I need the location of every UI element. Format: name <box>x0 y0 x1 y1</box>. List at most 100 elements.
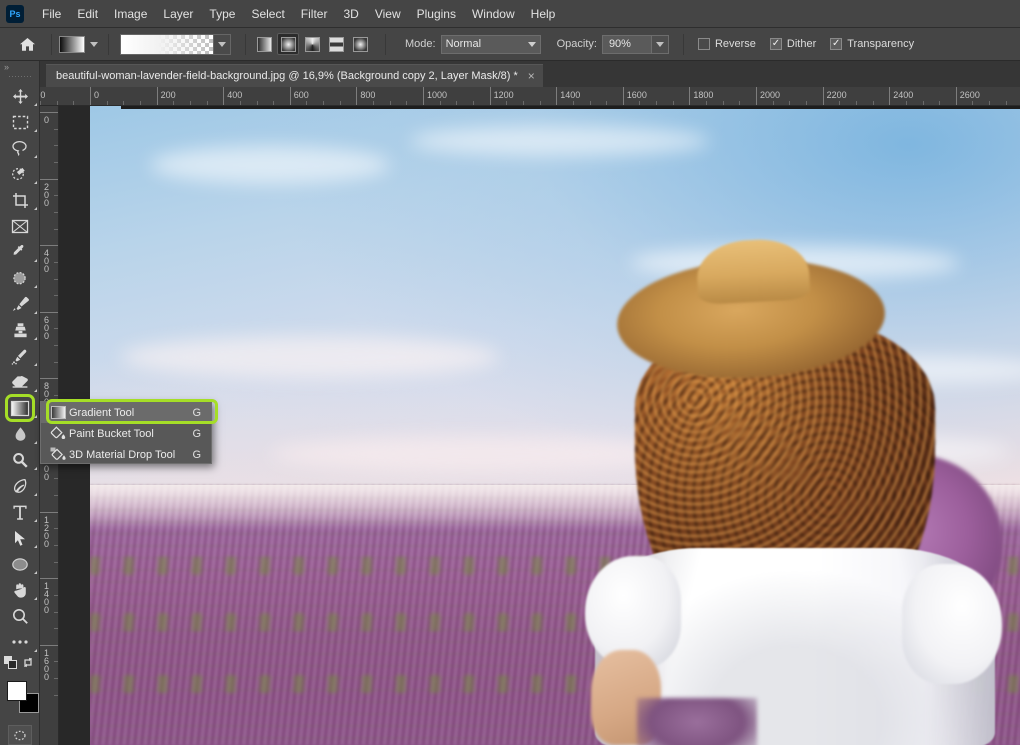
close-icon[interactable]: × <box>528 70 535 82</box>
gradient-type-angle[interactable] <box>301 33 323 55</box>
opacity-input[interactable]: 90% <box>601 34 669 54</box>
chevron-down-icon[interactable] <box>213 34 230 54</box>
ruler-minor-tick <box>706 101 708 105</box>
foreground-color-swatch[interactable] <box>7 681 27 701</box>
brush-tool-button[interactable] <box>0 291 40 317</box>
gradient-tool-flyout-menu[interactable]: Gradient Tool G Paint Bucket Tool G 3D M… <box>40 401 212 464</box>
ruler-tick: 2200 <box>822 87 847 105</box>
move-tool-button[interactable] <box>0 83 40 109</box>
menu-image[interactable]: Image <box>106 3 155 25</box>
toolbar-drag-handle[interactable] <box>0 73 39 83</box>
object-selection-tool-button[interactable] <box>0 161 40 187</box>
ruler-minor-tick <box>772 101 774 105</box>
ruler-tick-label: 2000 <box>760 90 781 100</box>
gradient-type-reflected[interactable] <box>325 33 347 55</box>
opacity-stepper[interactable] <box>650 35 668 53</box>
flyout-item-paint-bucket-tool[interactable]: Paint Bucket Tool G <box>41 423 211 444</box>
gradient-type-radial[interactable] <box>277 33 299 55</box>
ruler-minor-tick <box>54 295 58 297</box>
path-selection-tool-button[interactable] <box>0 525 40 551</box>
ruler-minor-tick <box>439 101 441 105</box>
ruler-tick: 800 <box>356 87 375 105</box>
ruler-tick: 1600 <box>622 87 647 105</box>
flyout-item-gradient-tool[interactable]: Gradient Tool G <box>41 402 211 423</box>
photoshop-logo-icon[interactable]: Ps <box>6 4 24 23</box>
spot-healing-brush-tool-button[interactable] <box>0 265 40 291</box>
ruler-minor-tick <box>522 101 524 105</box>
ruler-tick: 0 <box>40 112 58 125</box>
ruler-minor-tick <box>872 101 874 105</box>
ruler-minor-tick <box>54 628 58 630</box>
blend-mode-select[interactable]: Normal <box>440 34 541 54</box>
menu-bar: Ps File Edit Image Layer Type Select Fil… <box>0 0 1020 28</box>
ruler-minor-tick <box>54 661 58 663</box>
chevron-down-icon[interactable] <box>90 41 98 47</box>
menu-type[interactable]: Type <box>201 3 243 25</box>
menu-file[interactable]: File <box>34 3 69 25</box>
ruler-minor-tick <box>54 278 58 280</box>
ruler-tick-label: 1400 <box>560 90 581 100</box>
eraser-tool-button[interactable] <box>0 369 40 395</box>
menu-help[interactable]: Help <box>523 3 564 25</box>
ruler-minor-tick <box>905 101 907 105</box>
ruler-tick-label: 200 <box>44 181 50 208</box>
gradient-type-linear[interactable] <box>253 33 275 55</box>
lasso-tool-button[interactable] <box>0 135 40 161</box>
ruler-tick-label: 600 <box>44 314 50 341</box>
menu-view[interactable]: View <box>367 3 409 25</box>
quick-mask-button[interactable] <box>7 725 32 745</box>
default-colors-icon[interactable] <box>4 656 17 672</box>
gradient-preset-swatch[interactable] <box>59 35 101 53</box>
ruler-tick-label: 1600 <box>44 647 50 682</box>
blur-tool-button[interactable] <box>0 421 40 447</box>
rectangular-marquee-tool-button[interactable] <box>0 109 40 135</box>
frame-tool-button[interactable] <box>0 213 40 239</box>
menu-filter[interactable]: Filter <box>293 3 336 25</box>
zoom-tool-button[interactable] <box>0 603 40 629</box>
pen-tool-button[interactable] <box>0 473 40 499</box>
eyedropper-tool-button[interactable] <box>0 239 40 265</box>
ruler-minor-tick <box>639 101 641 105</box>
clone-stamp-tool-button[interactable] <box>0 317 40 343</box>
ruler-minor-tick <box>56 101 58 105</box>
gradient-type-group <box>253 33 373 55</box>
crop-tool-button[interactable] <box>0 187 40 213</box>
tools-panel: » <box>0 61 40 745</box>
ruler-tick: 1600 <box>40 644 58 681</box>
ruler-minor-tick <box>539 101 541 105</box>
transparency-checkbox[interactable]: ✓ Transparency <box>830 38 914 50</box>
toolbar-collapse-button[interactable]: » <box>0 61 39 73</box>
horizontal-type-tool-button[interactable] <box>0 499 40 525</box>
ruler-minor-tick <box>54 395 58 397</box>
edit-toolbar-button[interactable] <box>0 629 40 655</box>
menu-3d[interactable]: 3D <box>335 3 366 25</box>
ruler-minor-tick <box>206 101 208 105</box>
ruler-minor-tick <box>656 101 658 105</box>
3d-material-drop-icon <box>47 447 69 462</box>
ruler-minor-tick <box>54 161 58 163</box>
hand-tool-button[interactable] <box>0 577 40 603</box>
reverse-checkbox[interactable]: Reverse <box>697 38 756 50</box>
ruler-minor-tick <box>939 101 941 105</box>
dither-checkbox[interactable]: ✓ Dither <box>769 38 816 50</box>
document-tab[interactable]: beautiful-woman-lavender-field-backgroun… <box>46 64 543 87</box>
ruler-minor-tick <box>323 101 325 105</box>
menu-plugins[interactable]: Plugins <box>409 3 464 25</box>
menu-select[interactable]: Select <box>243 3 292 25</box>
flyout-item-3d-material-drop-tool[interactable]: 3D Material Drop Tool G <box>41 444 211 465</box>
flyout-item-label: Gradient Tool <box>69 406 135 419</box>
document-image[interactable] <box>90 106 1020 745</box>
menu-layer[interactable]: Layer <box>155 3 201 25</box>
swap-colors-icon[interactable] <box>23 656 36 672</box>
gradient-tool-button[interactable] <box>0 394 40 422</box>
gradient-type-diamond[interactable] <box>349 33 371 55</box>
dodge-tool-button[interactable] <box>0 447 40 473</box>
menu-edit[interactable]: Edit <box>69 3 106 25</box>
ruler-tick: 400 <box>40 245 58 274</box>
home-icon[interactable] <box>10 31 44 58</box>
ruler-tick: 2000 <box>756 87 780 105</box>
menu-window[interactable]: Window <box>464 3 523 25</box>
ellipse-tool-button[interactable] <box>0 551 40 577</box>
history-brush-tool-button[interactable] <box>0 343 40 369</box>
gradient-editor-strip[interactable] <box>120 33 231 55</box>
